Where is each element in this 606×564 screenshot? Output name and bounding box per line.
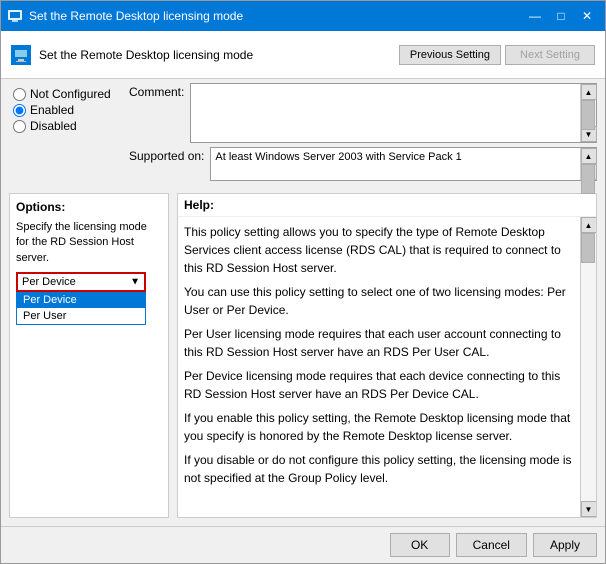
enabled-label: Enabled [30,103,74,117]
supported-value: At least Windows Server 2003 with Servic… [211,148,580,180]
title-bar-controls: — □ ✕ [523,5,599,27]
header-bar: Set the Remote Desktop licensing mode Pr… [1,31,605,79]
comment-scroll-up[interactable]: ▲ [581,84,597,100]
apply-button[interactable]: Apply [533,533,597,557]
options-panel: Options: Specify the licensing mode for … [9,193,169,518]
supported-label: Supported on: [129,147,204,163]
close-button[interactable]: ✕ [575,5,599,27]
maximize-button[interactable]: □ [549,5,573,27]
not-configured-label: Not Configured [30,87,111,101]
dropdown-options-list: Per Device Per User [16,292,146,325]
cancel-button[interactable]: Cancel [456,533,527,557]
content-area: Not Configured Enabled Disabled Comment:… [1,79,605,526]
help-title: Help: [178,194,596,217]
next-setting-button[interactable]: Next Setting [505,45,595,65]
help-para-3: Per User licensing mode requires that ea… [184,325,574,361]
disabled-label: Disabled [30,119,77,133]
help-para-1: This policy setting allows you to specif… [184,223,574,277]
supported-scroll-up[interactable]: ▲ [581,148,597,164]
header-icon [11,45,31,65]
licensing-mode-dropdown-wrapper: Per Device Per User ▼ [16,272,146,292]
help-para-6: If you disable or do not configure this … [184,451,574,487]
dropdown-option-per-device[interactable]: Per Device [17,292,145,308]
title-bar-icon [7,8,23,24]
comment-label: Comment: [129,83,184,99]
header-buttons: Previous Setting Next Setting [399,45,595,65]
ok-button[interactable]: OK [390,533,450,557]
help-para-2: You can use this policy setting to selec… [184,283,574,319]
title-bar-text: Set the Remote Desktop licensing mode [29,9,523,23]
help-content: This policy setting allows you to specif… [178,217,580,517]
title-bar: Set the Remote Desktop licensing mode — … [1,1,605,31]
disabled-radio[interactable] [13,120,26,133]
header-title: Set the Remote Desktop licensing mode [39,48,253,62]
main-window: Set the Remote Desktop licensing mode — … [0,0,606,564]
dropdown-option-per-user[interactable]: Per User [17,308,145,324]
help-scroll-track [581,233,596,501]
help-scroll-thumb[interactable] [581,233,595,263]
enabled-radio[interactable] [13,104,26,117]
options-description: Specify the licensing mode for the RD Se… [16,220,162,266]
licensing-mode-select[interactable]: Per Device Per User [18,274,144,290]
options-title: Options: [16,200,162,214]
not-configured-radio[interactable] [13,88,26,101]
help-scrollbar: ▲ ▼ [580,217,596,517]
help-scroll-up[interactable]: ▲ [581,217,597,233]
comment-input[interactable] [191,84,580,142]
help-panel: Help: This policy setting allows you to … [177,193,597,518]
help-para-4: Per Device licensing mode requires that … [184,367,574,403]
footer: OK Cancel Apply [1,526,605,563]
minimize-button[interactable]: — [523,5,547,27]
bottom-section: Options: Specify the licensing mode for … [9,193,597,518]
help-para-5: If you enable this policy setting, the R… [184,409,574,445]
header-left: Set the Remote Desktop licensing mode [11,45,253,65]
previous-setting-button[interactable]: Previous Setting [399,45,501,65]
help-scroll-down[interactable]: ▼ [581,501,597,517]
